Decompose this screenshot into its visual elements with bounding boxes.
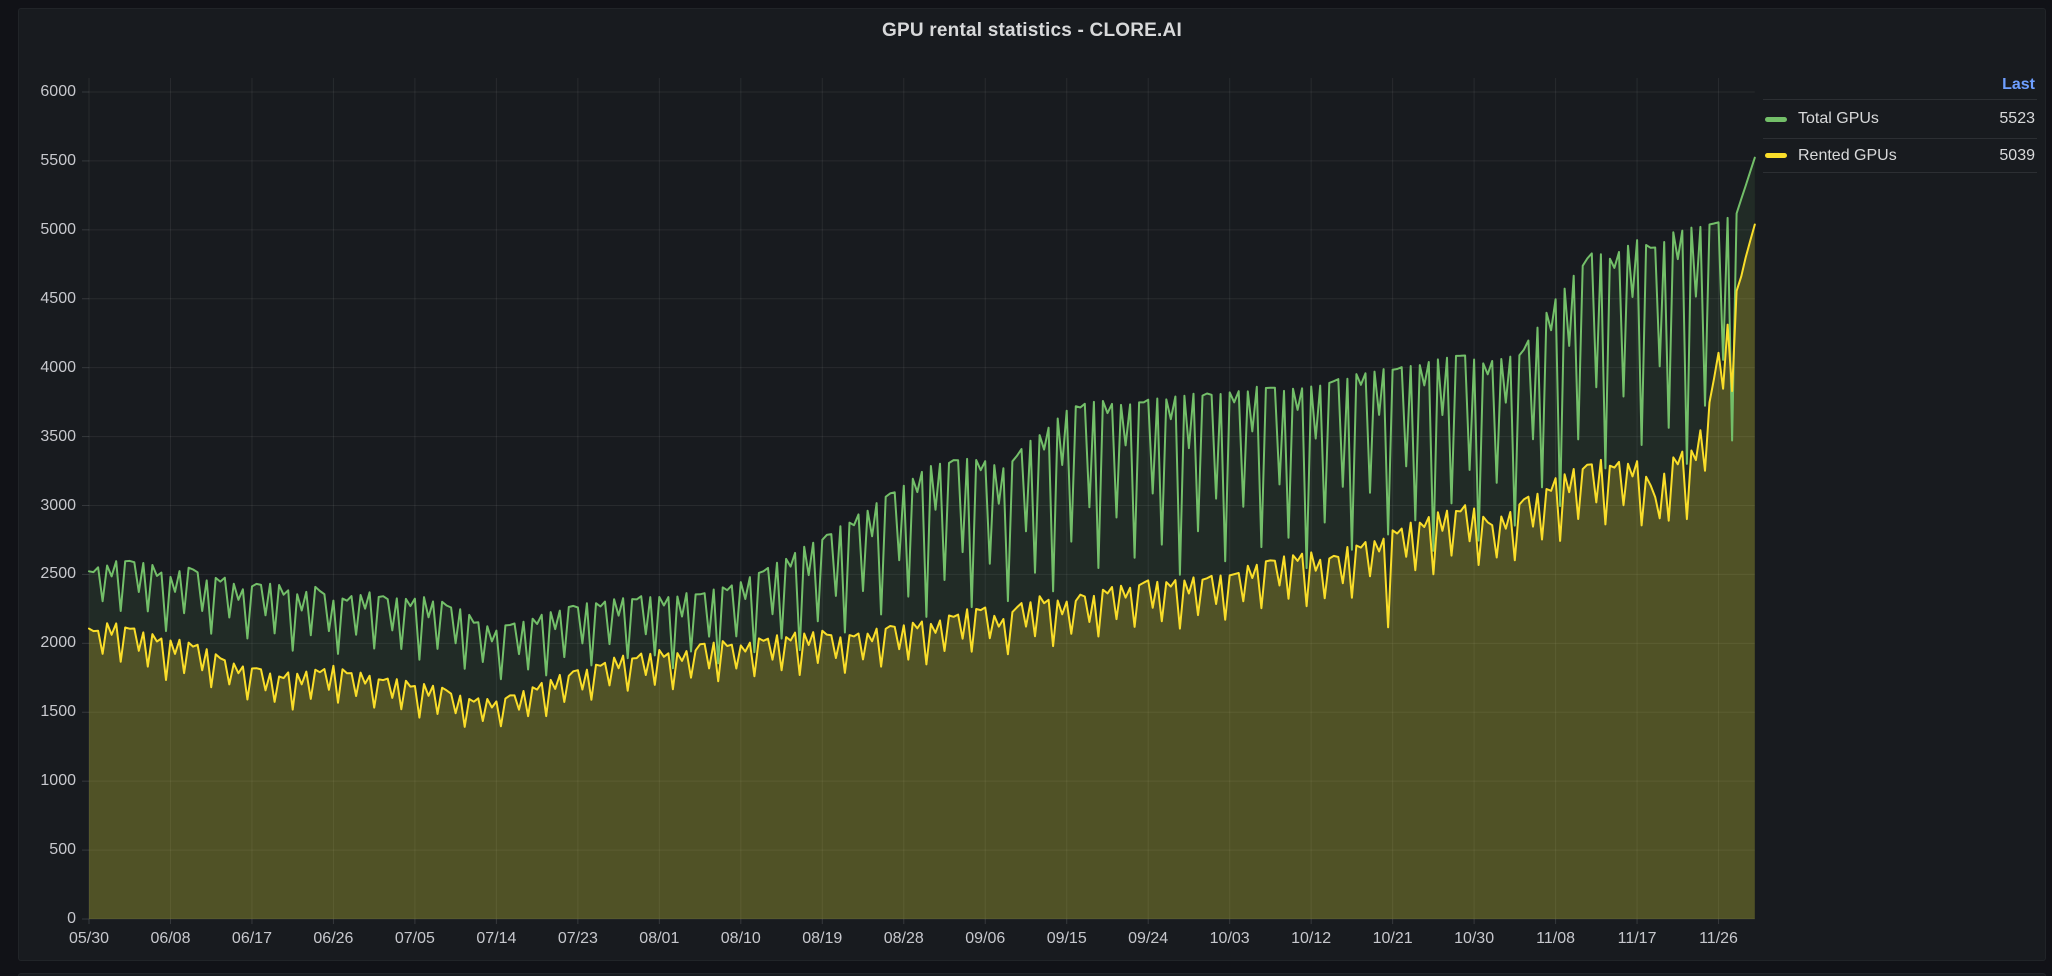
y-tick-label: 500 <box>0 841 76 859</box>
x-tick-label: 07/14 <box>456 930 536 948</box>
x-tick-label: 10/12 <box>1271 930 1351 948</box>
x-tick-label: 06/08 <box>130 930 210 948</box>
y-tick-label: 3000 <box>0 497 76 515</box>
legend-last-value: 5523 <box>1999 110 2035 128</box>
y-tick-label: 0 <box>0 910 76 928</box>
legend-item-rented-gpus[interactable]: Rented GPUs 5039 <box>1763 138 2037 173</box>
legend-last-value: 5039 <box>1999 147 2035 165</box>
x-tick-label: 06/26 <box>293 930 373 948</box>
y-tick-label: 1000 <box>0 772 76 790</box>
x-tick-label: 09/06 <box>945 930 1025 948</box>
x-tick-label: 10/03 <box>1190 930 1270 948</box>
x-tick-label: 07/05 <box>375 930 455 948</box>
x-tick-label: 11/17 <box>1597 930 1677 948</box>
y-tick-label: 4500 <box>0 290 76 308</box>
x-tick-label: 08/01 <box>619 930 699 948</box>
x-tick-label: 06/17 <box>212 930 292 948</box>
x-tick-label: 08/10 <box>701 930 781 948</box>
x-tick-label: 11/08 <box>1516 930 1596 948</box>
y-tick-label: 5000 <box>0 221 76 239</box>
y-tick-label: 6000 <box>0 83 76 101</box>
legend-item-total-gpus[interactable]: Total GPUs 5523 <box>1763 99 2037 138</box>
y-tick-label: 2000 <box>0 634 76 652</box>
y-tick-label: 4000 <box>0 359 76 377</box>
x-tick-label: 08/28 <box>864 930 944 948</box>
x-tick-label: 09/15 <box>1027 930 1107 948</box>
y-tick-label: 5500 <box>0 152 76 170</box>
chart-canvas[interactable] <box>0 0 2052 976</box>
legend-column-header[interactable]: Last <box>1763 70 2037 99</box>
y-tick-label: 3500 <box>0 428 76 446</box>
legend-label: Rented GPUs <box>1798 147 1897 165</box>
x-tick-label: 07/23 <box>538 930 618 948</box>
y-tick-label: 1500 <box>0 703 76 721</box>
legend: Last Total GPUs 5523 Rented GPUs 5039 <box>1763 70 2037 173</box>
rented-gpus-swatch <box>1765 153 1787 158</box>
x-tick-label: 08/19 <box>782 930 862 948</box>
x-tick-label: 10/21 <box>1353 930 1433 948</box>
x-tick-label: 05/30 <box>49 930 129 948</box>
x-tick-label: 09/24 <box>1108 930 1188 948</box>
legend-label: Total GPUs <box>1798 110 1879 128</box>
grafana-dashboard: GPU rental statistics - CLORE.AI 0500100… <box>0 0 2052 976</box>
total-gpus-swatch <box>1765 117 1787 122</box>
x-tick-label: 10/30 <box>1434 930 1514 948</box>
y-tick-label: 2500 <box>0 565 76 583</box>
x-tick-label: 11/26 <box>1679 930 1759 948</box>
